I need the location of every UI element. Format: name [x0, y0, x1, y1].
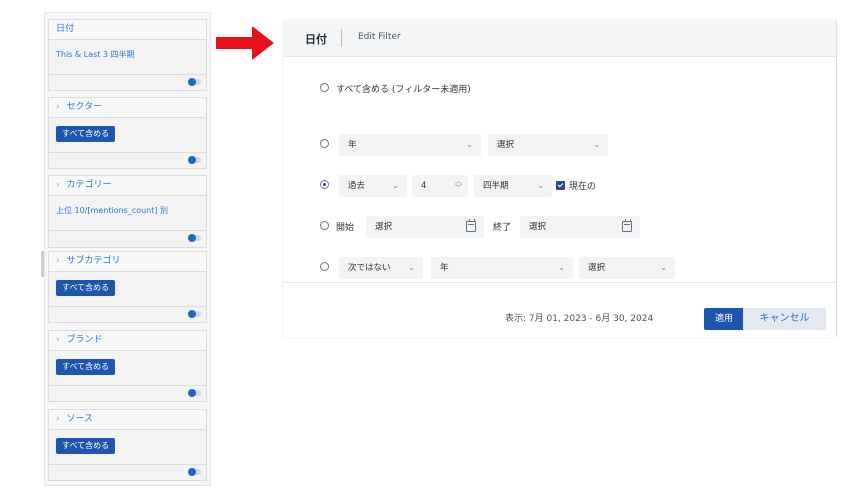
chevron-down-icon: ⌄	[660, 263, 667, 272]
calendar-icon[interactable]	[466, 219, 476, 232]
filter-panel-title: 日付	[56, 24, 75, 34]
year-unit-select[interactable]: 年 ⌄	[339, 134, 481, 156]
option-past: 過去 ⌄ 4 ︿ ﹀ 四半期 ⌄ 現在の	[320, 175, 660, 197]
chevron-down-icon: ⌄	[537, 181, 544, 190]
filter-panel-header[interactable]: 日付	[49, 20, 206, 40]
edit-filter-label: Edit Filter	[358, 32, 401, 42]
start-date-input[interactable]: 選択	[366, 216, 484, 238]
not-mode-select[interactable]: 次ではない ⌄	[339, 257, 423, 279]
start-label: 開始	[336, 223, 355, 233]
chevron-down-icon: ⌄	[392, 181, 399, 190]
chevron-right-icon[interactable]: ›	[56, 335, 60, 345]
option-include-all[interactable]: すべて含める (フィルター未適用)	[320, 78, 720, 100]
filter-panel-header[interactable]: › ブランド	[49, 331, 206, 351]
radio-year[interactable]	[320, 139, 329, 148]
dialog-footer: 表示: 7月 01, 2023 - 6月 30, 2024 適用 キャンセル	[283, 282, 836, 338]
filter-panel-date[interactable]: 日付 This & Last 3 四半期	[48, 19, 207, 91]
chevron-down-icon: ⌄	[466, 140, 473, 149]
filter-panel-brand[interactable]: › ブランド すべて含める	[48, 330, 207, 402]
current-checkbox[interactable]	[556, 181, 565, 190]
include-all-button[interactable]: すべて含める	[56, 280, 116, 296]
red-arrow-icon	[216, 26, 274, 60]
past-count-value: 4	[421, 181, 427, 191]
not-select[interactable]: 選択 ⌄	[579, 257, 675, 279]
not-mode-value: 次ではない	[348, 263, 391, 273]
filter-value-text[interactable]: 上位 10/[mentions_count] 別	[56, 206, 168, 215]
radio-range[interactable]	[320, 221, 329, 230]
filter-toggle[interactable]	[188, 389, 201, 397]
divider	[836, 20, 837, 337]
apply-button[interactable]: 適用	[704, 308, 744, 330]
filter-value-text[interactable]: This & Last 3 四半期	[56, 50, 135, 59]
chevron-right-icon[interactable]: ›	[56, 180, 60, 190]
radio-not[interactable]	[320, 262, 329, 271]
filter-toggle[interactable]	[188, 156, 201, 164]
filter-sidebar: 日付 This & Last 3 四半期 › セクター すべて含める › カテゴ…	[41, 12, 211, 486]
display-range-text: 表示: 7月 01, 2023 - 6月 30, 2024	[505, 314, 654, 324]
include-all-button[interactable]: すべて含める	[56, 126, 116, 142]
divider	[341, 29, 342, 47]
chevron-right-icon[interactable]: ›	[56, 102, 60, 112]
past-mode-value: 過去	[348, 181, 366, 191]
filter-panel-source[interactable]: › ソース すべて含める	[48, 409, 207, 481]
sidebar-resize-handle[interactable]	[41, 251, 44, 277]
current-label: 現在の	[569, 182, 597, 192]
end-date-value: 選択	[529, 222, 547, 232]
option-include-all-label: すべて含める (フィルター未適用)	[336, 85, 471, 95]
filter-toggle[interactable]	[188, 234, 201, 242]
filter-panel-title: ブランド	[66, 335, 103, 345]
end-date-input[interactable]: 選択	[520, 216, 640, 238]
chevron-down-icon: ⌄	[593, 140, 600, 149]
year-unit-value: 年	[348, 140, 357, 150]
filter-panel-body: すべて含める	[49, 430, 206, 465]
year-select-value: 選択	[497, 140, 515, 150]
filter-panel-category[interactable]: › カテゴリー 上位 10/[mentions_count] 別	[48, 175, 207, 248]
include-all-button[interactable]: すべて含める	[56, 438, 116, 454]
past-unit-value: 四半期	[483, 181, 509, 191]
filter-panel-body: すべて含める	[49, 272, 206, 307]
filter-panel-header[interactable]: › サブカテゴリ	[49, 252, 206, 272]
calendar-icon[interactable]	[622, 219, 632, 232]
past-unit-select[interactable]: 四半期 ⌄	[474, 175, 552, 197]
not-unit-select[interactable]: 年 ⌄	[431, 257, 573, 279]
chevron-right-icon[interactable]: ›	[56, 256, 60, 266]
filter-panel-body[interactable]: This & Last 3 四半期	[49, 40, 206, 75]
filter-panel-title: ソース	[66, 414, 94, 424]
filter-toggle[interactable]	[188, 310, 201, 318]
filter-panel-header[interactable]: › ソース	[49, 410, 206, 430]
year-select[interactable]: 選択 ⌄	[488, 134, 608, 156]
not-select-value: 選択	[588, 263, 606, 273]
dialog-title: 日付	[305, 33, 327, 46]
stepper-arrows-icon[interactable]: ︿ ﹀	[455, 178, 462, 192]
filter-panel-header[interactable]: › セクター	[49, 98, 206, 118]
filter-panel-title: セクター	[66, 102, 103, 112]
filter-panel-header[interactable]: › カテゴリー	[49, 176, 206, 196]
filter-panel-title: カテゴリー	[66, 180, 112, 190]
past-mode-select[interactable]: 過去 ⌄	[339, 175, 407, 197]
date-filter-dialog: 日付 Edit Filter すべて含める (フィルター未適用) 年 ⌄ 選択 …	[283, 20, 836, 337]
chevron-down-icon: ⌄	[558, 263, 565, 272]
option-range: 開始 選択 終了 選択	[320, 216, 650, 238]
filter-panel-body: すべて含める	[49, 118, 206, 153]
filter-panel-title: サブカテゴリ	[66, 256, 121, 266]
filter-panel-subcategory[interactable]: › サブカテゴリ すべて含める	[48, 251, 207, 323]
radio-past[interactable]	[320, 180, 329, 189]
chevron-down-icon: ⌄	[408, 263, 415, 272]
past-count-stepper[interactable]: 4 ︿ ﹀	[412, 175, 468, 197]
include-all-button[interactable]: すべて含める	[56, 359, 116, 375]
filter-panel-body: すべて含める	[49, 351, 206, 386]
not-unit-value: 年	[440, 263, 449, 273]
radio-include-all[interactable]	[320, 83, 329, 92]
cancel-button[interactable]: キャンセル	[743, 308, 826, 330]
dialog-header: 日付 Edit Filter	[283, 20, 836, 57]
filter-panel-sector[interactable]: › セクター すべて含める	[48, 97, 207, 169]
option-not: 次ではない ⌄ 年 ⌄ 選択 ⌄	[320, 257, 700, 279]
filter-toggle[interactable]	[188, 468, 201, 476]
filter-toggle[interactable]	[188, 78, 201, 86]
option-year: 年 ⌄ 選択 ⌄	[320, 134, 620, 156]
chevron-right-icon[interactable]: ›	[56, 414, 60, 424]
filter-panel-body[interactable]: 上位 10/[mentions_count] 別	[49, 196, 206, 231]
end-label: 終了	[493, 223, 512, 233]
start-date-value: 選択	[375, 222, 393, 232]
